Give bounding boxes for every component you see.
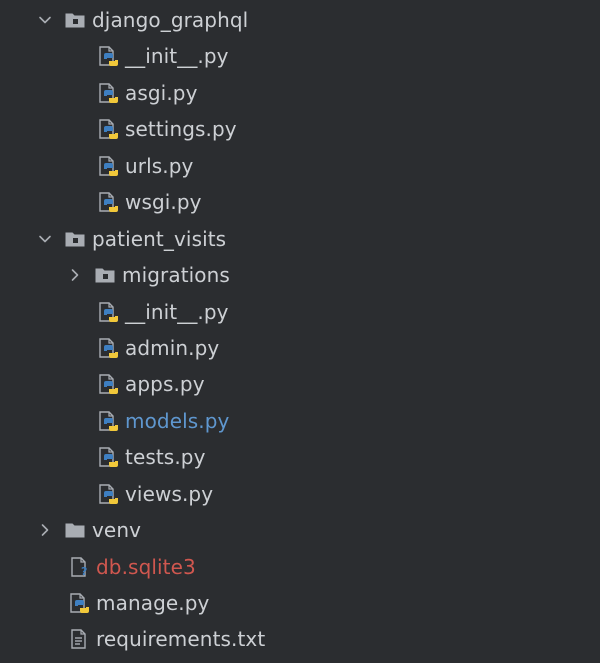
tree-item-label: django_graphql <box>92 8 249 32</box>
tree-item-venv[interactable]: venv <box>0 512 600 548</box>
tree-item-label: views.py <box>125 482 214 506</box>
python-file-icon <box>97 118 119 140</box>
tree-item-init-py[interactable]: __init__.py <box>0 294 600 330</box>
python-file-icon <box>68 592 90 614</box>
text-file-icon <box>68 628 90 650</box>
tree-item-label: manage.py <box>96 591 210 615</box>
python-file-icon <box>97 337 119 359</box>
folder-package-icon <box>64 9 86 31</box>
tree-item-wsgi-py[interactable]: wsgi.py <box>0 184 600 220</box>
chevron-down-icon[interactable] <box>38 232 52 246</box>
tree-item-migrations[interactable]: migrations <box>0 257 600 293</box>
tree-item-views-py[interactable]: views.py <box>0 476 600 512</box>
tree-item-db-sqlite3[interactable]: ? db.sqlite3 <box>0 549 600 585</box>
tree-item-label: venv <box>92 518 142 542</box>
tree-item-label: settings.py <box>125 117 237 141</box>
tree-item-manage-py[interactable]: manage.py <box>0 585 600 621</box>
python-file-icon <box>97 82 119 104</box>
tree-item-label: migrations <box>122 263 230 287</box>
chevron-down-icon[interactable] <box>38 13 52 27</box>
python-file-icon <box>97 410 119 432</box>
tree-item-asgi-py[interactable]: asgi.py <box>0 75 600 111</box>
tree-item-label: apps.py <box>125 372 205 396</box>
folder-package-icon <box>64 228 86 250</box>
python-file-icon <box>97 301 119 323</box>
project-tree: django_graphql __init__.py asgi.py setti… <box>0 0 600 663</box>
tree-item-label: __init__.py <box>125 44 229 68</box>
tree-item-label: __init__.py <box>125 300 229 324</box>
chevron-right-icon[interactable] <box>68 268 82 282</box>
tree-item-label: requirements.txt <box>96 627 266 651</box>
tree-item-label: asgi.py <box>125 81 198 105</box>
tree-item-requirements-txt[interactable]: requirements.txt <box>0 621 600 657</box>
tree-item-label: models.py <box>125 409 230 433</box>
folder-icon <box>64 519 86 541</box>
tree-item-label: tests.py <box>125 445 206 469</box>
tree-item-label: db.sqlite3 <box>96 555 196 579</box>
tree-item-patient-visits[interactable]: patient_visits <box>0 221 600 257</box>
tree-item-django-graphql[interactable]: django_graphql <box>0 2 600 38</box>
tree-item-label: admin.py <box>125 336 220 360</box>
tree-item-settings-py[interactable]: settings.py <box>0 111 600 147</box>
tree-item-label: wsgi.py <box>125 190 202 214</box>
python-file-icon <box>97 446 119 468</box>
chevron-right-icon[interactable] <box>38 523 52 537</box>
tree-item-init-py[interactable]: __init__.py <box>0 38 600 74</box>
tree-item-apps-py[interactable]: apps.py <box>0 366 600 402</box>
python-file-icon <box>97 373 119 395</box>
unknown-file-icon: ? <box>68 556 90 578</box>
python-file-icon <box>97 191 119 213</box>
tree-item-label: patient_visits <box>92 227 227 251</box>
python-file-icon <box>97 45 119 67</box>
tree-item-admin-py[interactable]: admin.py <box>0 330 600 366</box>
tree-item-urls-py[interactable]: urls.py <box>0 148 600 184</box>
python-file-icon <box>97 155 119 177</box>
python-file-icon <box>97 483 119 505</box>
tree-item-models-py[interactable]: models.py <box>0 403 600 439</box>
svg-text:?: ? <box>81 565 87 578</box>
tree-item-tests-py[interactable]: tests.py <box>0 439 600 475</box>
folder-package-icon <box>94 264 116 286</box>
tree-item-label: urls.py <box>125 154 194 178</box>
